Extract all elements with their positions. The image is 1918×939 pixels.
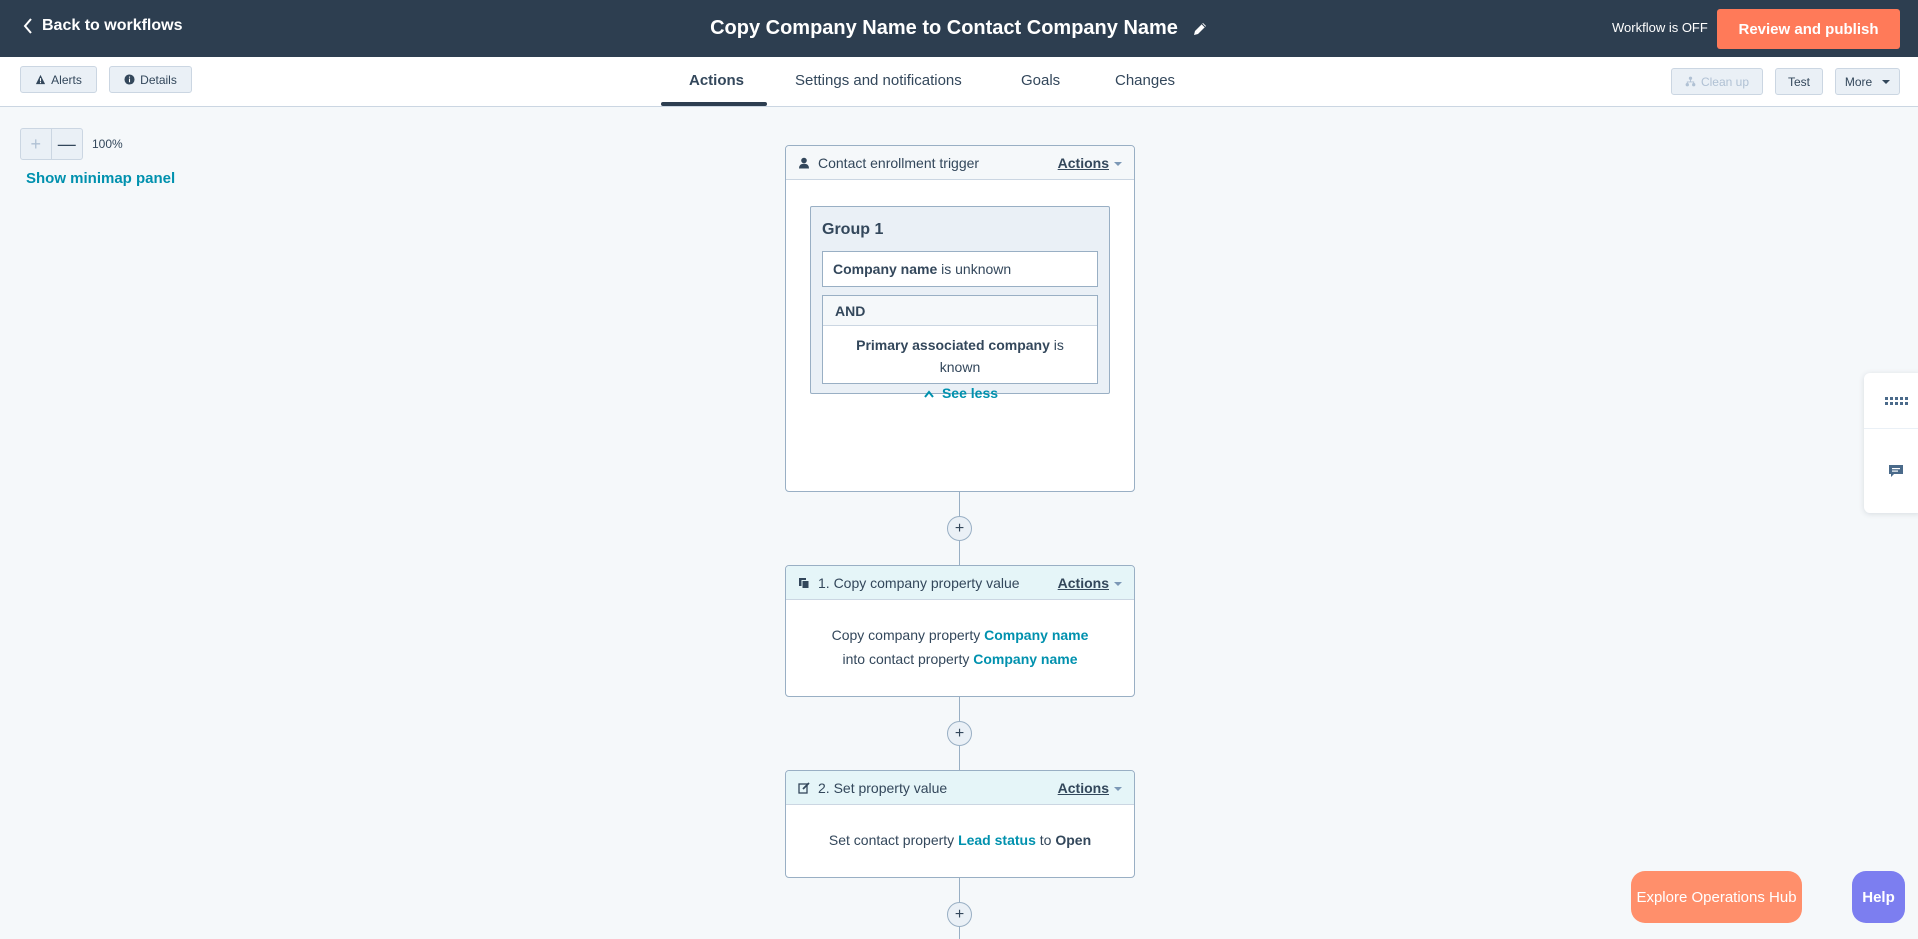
active-tab-indicator	[661, 102, 767, 106]
workflow-title[interactable]: Copy Company Name to Contact Company Nam…	[710, 17, 1208, 40]
enrollment-trigger-card[interactable]: Contact enrollment trigger Actions Group…	[785, 145, 1135, 492]
description-text: to	[1039, 832, 1052, 848]
add-action-button[interactable]: +	[947, 721, 972, 746]
property-value: Open	[1055, 832, 1092, 848]
tab-settings-and-notifications[interactable]: Settings and notifications	[795, 72, 962, 89]
show-minimap-link[interactable]: Show minimap panel	[26, 170, 175, 187]
trigger-card-header: Contact enrollment trigger Actions	[786, 146, 1134, 180]
caret-down-icon	[1114, 787, 1122, 792]
description-line: Copy company property Company name	[786, 623, 1134, 647]
workflow-title-text: Copy Company Name to Contact Company Nam…	[710, 17, 1178, 39]
more-dropdown[interactable]: More	[1835, 68, 1900, 95]
actions-label: Actions	[1057, 575, 1109, 591]
and-label: AND	[823, 296, 1097, 326]
property-link[interactable]: Company name	[973, 651, 1077, 667]
property-link[interactable]: Lead status	[958, 832, 1036, 848]
action-description: Copy company property Company name into …	[786, 600, 1134, 671]
tab-actions[interactable]: Actions	[689, 72, 744, 89]
top-bar: Back to workflows Copy Company Name to C…	[0, 0, 1918, 57]
edit-icon	[798, 781, 810, 794]
chevron-up-icon	[924, 390, 934, 398]
info-icon	[124, 74, 135, 85]
action-title: 1. Copy company property value	[818, 574, 1020, 591]
tab-changes[interactable]: Changes	[1115, 72, 1175, 89]
zoom-out-button[interactable]: —	[52, 129, 82, 159]
description-line: into contact property Company name	[786, 647, 1134, 671]
alerts-button[interactable]: Alerts	[20, 66, 97, 93]
filter-group: Group 1 Company name is unknown AND Prim…	[810, 206, 1110, 394]
zoom-in-button[interactable]: +	[21, 129, 52, 159]
caret-down-icon	[1882, 79, 1891, 84]
action-description: Set contact property Lead status to Open	[786, 805, 1134, 852]
actions-label: Actions	[1057, 780, 1109, 796]
copy-icon	[799, 577, 810, 589]
condition-property: Primary associated company	[856, 337, 1050, 353]
clean-up-label: Clean up	[1700, 74, 1750, 89]
action-card-header: 1. Copy company property value Actions	[786, 566, 1134, 600]
and-condition-box[interactable]: AND Primary associated company is known	[822, 295, 1098, 384]
caret-down-icon	[1114, 162, 1122, 167]
actions-label: Actions	[1057, 155, 1109, 171]
side-panel	[1864, 373, 1918, 513]
filter-condition: Primary associated company is known	[823, 326, 1097, 386]
action-card-set-property[interactable]: 2. Set property value Actions Set contac…	[785, 770, 1135, 878]
help-button[interactable]: Help	[1852, 871, 1905, 923]
warning-icon	[36, 74, 46, 85]
contact-icon	[799, 157, 809, 168]
side-panel-divider	[1864, 428, 1918, 429]
caret-down-icon	[1114, 582, 1122, 587]
filter-condition[interactable]: Company name is unknown	[822, 251, 1098, 287]
back-to-workflows-link[interactable]: Back to workflows	[22, 17, 182, 35]
review-and-publish-button[interactable]: Review and publish	[1717, 9, 1900, 49]
more-label: More	[1844, 74, 1873, 89]
hierarchy-icon	[1685, 76, 1696, 87]
description-text: Copy company property	[831, 627, 981, 643]
property-link[interactable]: Company name	[984, 627, 1088, 643]
see-less-label: See less	[941, 385, 999, 401]
action-title: 2. Set property value	[818, 779, 948, 796]
action-card-copy-property[interactable]: 1. Copy company property value Actions C…	[785, 565, 1135, 697]
pencil-icon[interactable]	[1192, 21, 1208, 37]
zoom-level: 100%	[92, 137, 123, 151]
chevron-left-icon	[23, 18, 32, 34]
tab-goals[interactable]: Goals	[1021, 72, 1060, 89]
add-action-button[interactable]: +	[947, 902, 972, 927]
action-actions-dropdown[interactable]: Actions	[1058, 575, 1122, 591]
group-title: Group 1	[822, 221, 884, 238]
chat-icon[interactable]	[1884, 459, 1908, 483]
details-label: Details	[140, 72, 177, 87]
test-button[interactable]: Test	[1775, 68, 1823, 95]
back-label: Back to workflows	[42, 17, 183, 34]
trigger-title: Contact enrollment trigger	[818, 154, 980, 171]
zoom-controls: + —	[20, 128, 83, 160]
details-button[interactable]: Details	[109, 66, 192, 93]
condition-property: Company name	[833, 261, 938, 277]
workflow-status: Workflow is OFF	[1612, 20, 1708, 35]
description-text: into contact property	[842, 651, 970, 667]
clean-up-button[interactable]: Clean up	[1671, 68, 1763, 95]
explore-operations-hub-button[interactable]: Explore Operations Hub	[1631, 871, 1802, 923]
alerts-label: Alerts	[51, 72, 82, 87]
add-action-button[interactable]: +	[947, 516, 972, 541]
action-actions-dropdown[interactable]: Actions	[1058, 780, 1122, 796]
trigger-actions-dropdown[interactable]: Actions	[1058, 155, 1122, 171]
grid-icon[interactable]	[1884, 389, 1908, 413]
see-less-link[interactable]: See less	[786, 385, 1134, 401]
condition-operator: is unknown	[941, 261, 1012, 277]
action-card-header: 2. Set property value Actions	[786, 771, 1134, 805]
description-text: Set contact property	[828, 832, 955, 848]
